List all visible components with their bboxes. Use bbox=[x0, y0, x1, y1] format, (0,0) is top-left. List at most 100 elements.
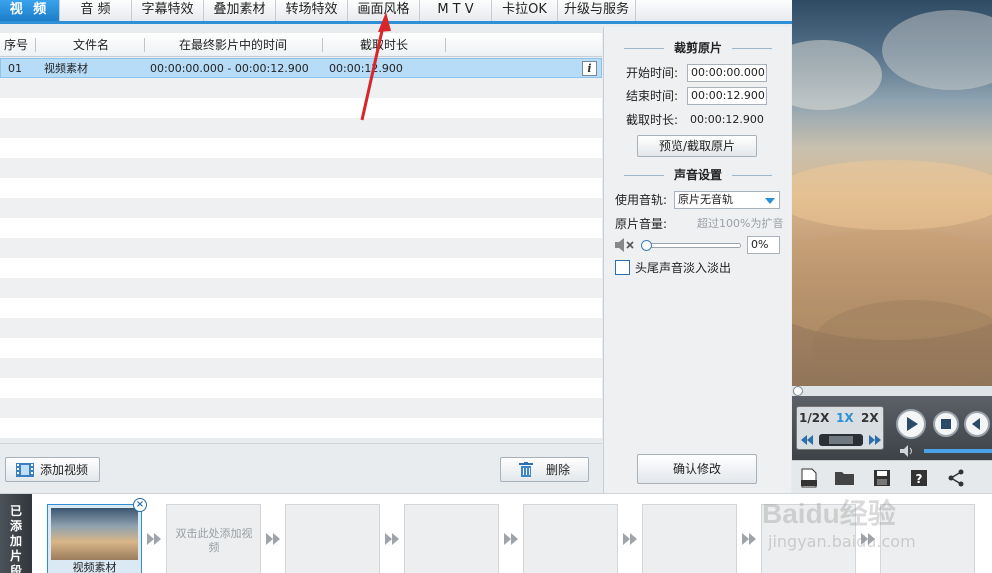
player-controls: 1/2X 1X 2X bbox=[792, 396, 992, 460]
empty-row bbox=[0, 258, 602, 278]
row-filename: 视频素材 bbox=[44, 62, 88, 75]
new-project-icon[interactable] bbox=[799, 468, 819, 488]
tab-audio[interactable]: 音 频 bbox=[60, 0, 132, 21]
seek-bar[interactable] bbox=[792, 386, 992, 396]
end-time-label: 结束时间: bbox=[626, 89, 679, 103]
divider bbox=[732, 175, 772, 176]
empty-row bbox=[0, 318, 602, 338]
volume-input[interactable]: 0% bbox=[747, 236, 780, 254]
play-button[interactable] bbox=[896, 409, 926, 439]
empty-row bbox=[0, 98, 602, 118]
tab-upgrade-service[interactable]: 升级与服务 bbox=[558, 0, 636, 21]
help-icon[interactable]: ? bbox=[910, 469, 928, 487]
audio-track-select[interactable]: 原片无音轨 bbox=[674, 191, 780, 209]
fade-checkbox[interactable] bbox=[615, 260, 630, 275]
svg-text:?: ? bbox=[916, 472, 923, 486]
player-volume-bar[interactable] bbox=[924, 449, 992, 453]
stop-button[interactable] bbox=[933, 411, 959, 437]
empty-row bbox=[0, 138, 602, 158]
volume-slider[interactable] bbox=[641, 240, 741, 251]
empty-row bbox=[0, 418, 602, 438]
empty-row bbox=[0, 198, 602, 218]
empty-row bbox=[0, 298, 602, 318]
volume-slider-handle[interactable] bbox=[641, 240, 652, 251]
open-folder-icon[interactable] bbox=[834, 469, 856, 487]
empty-row bbox=[0, 278, 602, 298]
empty-row bbox=[0, 178, 602, 198]
remove-clip-icon[interactable]: × bbox=[133, 498, 147, 512]
previous-frame-button[interactable] bbox=[964, 411, 990, 437]
divider bbox=[732, 48, 772, 49]
empty-clip-slot[interactable] bbox=[404, 504, 499, 573]
table-row[interactable]: 01 视频素材 00:00:00.000 - 00:00:12.900 00:0… bbox=[0, 58, 602, 78]
speed-half[interactable]: 1/2X bbox=[799, 411, 829, 425]
tab-mtv[interactable]: M T V bbox=[420, 0, 492, 21]
jog-shuttle[interactable] bbox=[797, 432, 885, 448]
film-icon bbox=[16, 463, 34, 477]
cloud bbox=[792, 160, 992, 230]
empty-row bbox=[0, 78, 602, 98]
sequence-arrow-icon bbox=[740, 532, 758, 546]
tab-overlay-material[interactable]: 叠加素材 bbox=[204, 0, 276, 21]
volume-icon bbox=[900, 445, 912, 457]
preview-toolbar: ? bbox=[792, 460, 992, 493]
empty-row bbox=[0, 358, 602, 378]
added-clips-strip: 已添加片段 视频素材 × 双击此处添加视频 Baidu经验 jingyan.ba… bbox=[0, 493, 992, 573]
preview-trim-button[interactable]: 预览/截取原片 bbox=[637, 135, 757, 157]
row-final-time: 00:00:00.000 - 00:00:12.900 bbox=[150, 62, 309, 75]
sequence-arrow-icon bbox=[621, 532, 639, 546]
add-video-label: 添加视频 bbox=[40, 463, 89, 477]
tab-picture-style[interactable]: 画面风格 bbox=[348, 0, 420, 21]
clip-duration-value: 00:00:12.900 bbox=[690, 113, 764, 126]
column-duration[interactable]: 截取时长 bbox=[323, 33, 445, 57]
empty-row bbox=[0, 218, 602, 238]
main-tab-bar: 视 频 音 频 字幕特效 叠加素材 转场特效 画面风格 M T V 卡拉OK 升… bbox=[0, 0, 792, 24]
empty-clip-slot[interactable]: 双击此处添加视频 bbox=[166, 504, 261, 573]
clip-settings-panel: 裁剪原片 开始时间: 00:00:00.000 结束时间: 00:00:12.9… bbox=[603, 27, 791, 493]
empty-row bbox=[0, 338, 602, 358]
empty-row bbox=[0, 158, 602, 178]
add-video-button[interactable]: 添加视频 bbox=[5, 457, 100, 482]
confirm-button[interactable]: 确认修改 bbox=[637, 454, 757, 484]
clip-list-footer: 添加视频 删除 bbox=[0, 443, 602, 493]
seek-handle[interactable] bbox=[793, 386, 803, 396]
empty-row bbox=[0, 118, 602, 138]
empty-clip-slot[interactable] bbox=[523, 504, 618, 573]
clip-thumbnail-slot[interactable]: 视频素材 × bbox=[47, 498, 147, 573]
volume-label: 原片音量: bbox=[615, 217, 668, 231]
baidu-watermark-url: jingyan.baidu.com bbox=[768, 532, 916, 551]
added-clips-label: 已添加片段 bbox=[0, 494, 32, 573]
info-icon[interactable]: i bbox=[582, 61, 597, 76]
empty-row bbox=[0, 398, 602, 418]
sequence-arrow-icon bbox=[264, 532, 282, 546]
cloud bbox=[792, 40, 882, 110]
row-index: 01 bbox=[8, 62, 22, 75]
tab-subtitle-effects[interactable]: 字幕特效 bbox=[132, 0, 204, 21]
empty-clip-slot[interactable] bbox=[285, 504, 380, 573]
column-index[interactable]: 序号 bbox=[0, 33, 32, 57]
empty-clip-slot[interactable] bbox=[642, 504, 737, 573]
column-final-time[interactable]: 在最终影片中的时间 bbox=[145, 33, 321, 57]
start-time-input[interactable]: 00:00:00.000 bbox=[687, 64, 767, 82]
tab-video[interactable]: 视 频 bbox=[0, 0, 60, 21]
sequence-arrow-icon bbox=[383, 532, 401, 546]
clip-thumbnail-image bbox=[51, 508, 138, 560]
speed-normal[interactable]: 1X bbox=[836, 411, 854, 425]
volume-hint: 超过100%为扩音 bbox=[697, 217, 784, 230]
speed-selector: 1/2X 1X 2X bbox=[796, 406, 884, 450]
tab-karaoke[interactable]: 卡拉OK bbox=[492, 0, 558, 21]
end-time-input[interactable]: 00:00:12.900 bbox=[687, 87, 767, 105]
speed-double[interactable]: 2X bbox=[861, 411, 879, 425]
column-filename[interactable]: 文件名 bbox=[36, 33, 146, 57]
audio-track-value: 原片无音轨 bbox=[678, 193, 733, 206]
column-divider bbox=[445, 38, 446, 52]
sequence-arrow-icon bbox=[145, 532, 163, 546]
fade-label: 头尾声音淡入淡出 bbox=[635, 261, 732, 275]
empty-row bbox=[0, 378, 602, 398]
video-preview bbox=[792, 0, 992, 390]
tab-transition-effects[interactable]: 转场特效 bbox=[276, 0, 348, 21]
save-icon[interactable] bbox=[873, 469, 891, 487]
delete-button[interactable]: 删除 bbox=[500, 457, 589, 482]
share-icon[interactable] bbox=[947, 469, 965, 487]
mute-icon[interactable] bbox=[614, 238, 634, 252]
